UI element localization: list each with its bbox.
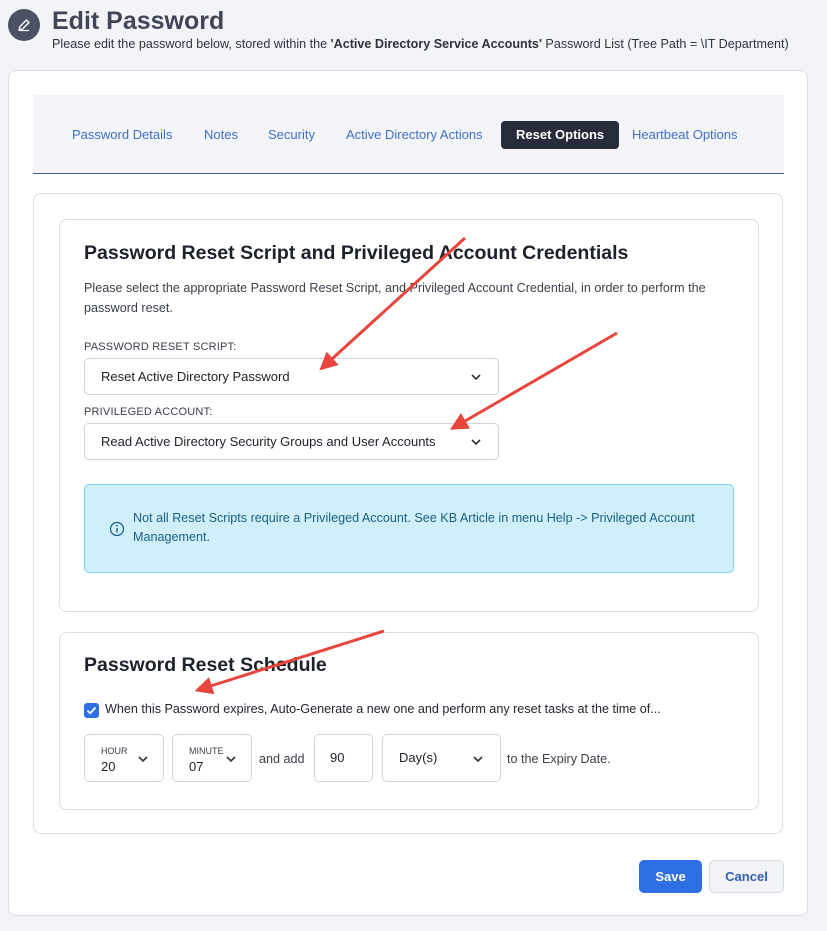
chevron-down-icon <box>471 439 481 446</box>
expiry-unit-value: Day(s) <box>399 750 438 765</box>
minute-label: Minute <box>189 746 224 756</box>
password-reset-script-value: Reset Active Directory Password <box>101 369 290 384</box>
auto-generate-checkbox[interactable] <box>84 703 99 718</box>
schedule-section-title: Password Reset Schedule <box>84 654 327 676</box>
credentials-section: Password Reset Script and Privileged Acc… <box>59 219 759 612</box>
save-button[interactable]: Save <box>639 860 702 893</box>
credentials-section-title: Password Reset Script and Privileged Acc… <box>84 242 629 264</box>
minute-select[interactable]: Minute 07 <box>172 734 252 782</box>
pencil-icon <box>8 9 40 41</box>
privileged-account-label: Privileged Account: <box>84 406 213 418</box>
chevron-down-icon <box>471 374 481 381</box>
password-list-name: 'Active Directory Service Accounts' <box>330 37 542 51</box>
hour-value: 20 <box>101 759 116 774</box>
privileged-account-value: Read Active Directory Security Groups an… <box>101 434 436 449</box>
expiry-suffix-text: to the Expiry Date. <box>507 752 611 766</box>
credentials-description: Please select the appropriate Password R… <box>84 281 706 315</box>
chevron-down-icon <box>226 756 236 763</box>
auto-generate-checkbox-label[interactable]: When this Password expires, Auto-Generat… <box>105 702 661 716</box>
expiry-days-input[interactable]: 90 <box>314 734 373 782</box>
expiry-unit-select[interactable]: Day(s) <box>382 734 501 782</box>
info-alert-text: Not all Reset Scripts require a Privileg… <box>133 511 695 544</box>
hour-label: Hour <box>101 746 128 756</box>
checkmark-icon <box>86 706 97 715</box>
privileged-account-select[interactable]: Read Active Directory Security Groups an… <box>84 423 499 460</box>
chevron-down-icon <box>473 756 483 763</box>
minute-value: 07 <box>189 759 204 774</box>
cancel-button[interactable]: Cancel <box>709 860 784 893</box>
password-reset-script-select[interactable]: Reset Active Directory Password <box>84 358 499 395</box>
tab-password-details[interactable]: Password Details <box>72 121 172 149</box>
edit-password-card: Password Details Notes Security Active D… <box>8 70 808 916</box>
password-reset-script-label: Password Reset Script: <box>84 341 237 353</box>
privileged-account-info-alert: Not all Reset Scripts require a Privileg… <box>84 484 734 573</box>
page-subtitle: Please edit the password below, stored w… <box>52 37 789 51</box>
tab-active-directory-actions[interactable]: Active Directory Actions <box>346 121 483 149</box>
hour-select[interactable]: Hour 20 <box>84 734 164 782</box>
tab-bar: Password Details Notes Security Active D… <box>33 95 784 174</box>
schedule-section: Password Reset Schedule When this Passwo… <box>59 632 759 810</box>
tab-heartbeat-options[interactable]: Heartbeat Options <box>632 121 738 149</box>
subtitle-suffix: Password List (Tree Path = \IT Departmen… <box>541 37 789 51</box>
reset-options-panel: Password Reset Script and Privileged Acc… <box>33 193 783 834</box>
tab-reset-options[interactable]: Reset Options <box>501 121 620 149</box>
subtitle-prefix: Please edit the password below, stored w… <box>52 37 331 51</box>
tab-notes[interactable]: Notes <box>204 121 238 149</box>
page-title: Edit Password <box>52 7 225 35</box>
tab-security[interactable]: Security <box>268 121 315 149</box>
and-add-text: and add <box>259 752 305 766</box>
info-circle-icon <box>109 521 125 537</box>
chevron-down-icon <box>138 756 148 763</box>
